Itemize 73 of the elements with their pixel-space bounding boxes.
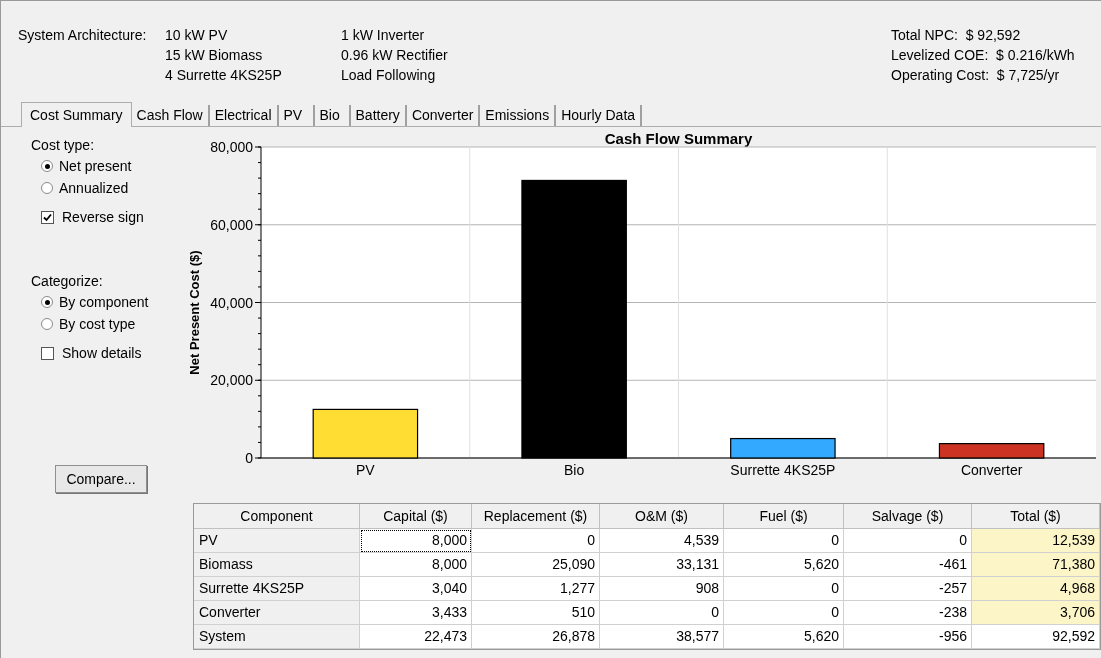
compare-button[interactable]: Compare... [55, 465, 147, 493]
y-axis-label: Net Present Cost ($) [187, 250, 202, 375]
table-cell: 26,878 [472, 625, 600, 649]
table-cell: 0 [724, 577, 844, 601]
table-cell: 0 [724, 601, 844, 625]
table-cell: 22,473 [360, 625, 472, 649]
y-tick-label: 80,000 [210, 139, 253, 155]
architecture-item: 15 kW Biomass [165, 46, 264, 65]
summary-total: Levelized COE: $ 0.216/kWh [891, 46, 1075, 65]
x-category-label: Bio [564, 462, 585, 478]
checkbox-label[interactable]: Show details [62, 342, 142, 364]
table-cell: 0 [724, 529, 844, 553]
table-cell: 0 [600, 601, 724, 625]
cost-type-label: Cost type: [31, 136, 96, 155]
table-cell: -238 [844, 601, 972, 625]
radio-label[interactable]: Net present [59, 155, 132, 177]
table-cell: Converter [194, 601, 360, 625]
table-cell: -956 [844, 625, 972, 649]
checkmark-icon [43, 212, 52, 222]
table-cell: -257 [844, 577, 972, 601]
radio-button[interactable] [41, 318, 53, 330]
table-cell: 5,620 [724, 553, 844, 577]
table-cell: 8,000 [360, 553, 472, 577]
table-cell: 4,968 [972, 577, 1100, 601]
table-cell: 3,706 [972, 601, 1100, 625]
x-category-label: PV [356, 462, 375, 478]
table-cell: PV [194, 529, 360, 553]
table-cell: Surrette 4KS25P [194, 577, 360, 601]
architecture-label: System Architecture: [18, 26, 148, 45]
table-cell: 33,131 [600, 553, 724, 577]
checkbox[interactable] [41, 210, 54, 224]
table-cell: 8,000 [360, 529, 472, 553]
architecture-item: Load Following [341, 66, 437, 85]
table-cell: 71,380 [972, 553, 1100, 577]
table-cell: 92,592 [972, 625, 1100, 649]
architecture-item: 0.96 kW Rectifier [341, 46, 449, 65]
summary-total: Operating Cost: $ 7,725/yr [891, 66, 1061, 85]
categorize-label: Categorize: [31, 272, 104, 291]
table-cell: 5,620 [724, 625, 844, 649]
x-category-label: Converter [960, 462, 1023, 478]
table-cell: Biomass [194, 553, 360, 577]
radio-button[interactable] [41, 182, 53, 194]
radio-label[interactable]: By cost type [59, 313, 136, 335]
table-cell: 908 [600, 577, 724, 601]
x-category-label: Surrette 4KS25P [730, 462, 836, 478]
radio-label[interactable]: By component [59, 291, 149, 313]
table-cell: System [194, 625, 360, 649]
summary-total: Total NPC: $ 92,592 [891, 26, 1022, 45]
architecture-item: 10 kW PV [165, 26, 229, 45]
table-cell: -461 [844, 553, 972, 577]
chart-title: Cash Flow Summary [604, 130, 753, 147]
table-cell: 3,433 [360, 601, 472, 625]
table-cell: 38,577 [600, 625, 724, 649]
checkbox-label[interactable]: Reverse sign [62, 206, 144, 228]
table-cell: 1,277 [472, 577, 600, 601]
radio-button[interactable] [41, 160, 53, 172]
architecture-item: 4 Surrette 4KS25P [165, 66, 283, 85]
table-cell: 12,539 [972, 529, 1100, 553]
y-tick-label: 20,000 [210, 372, 253, 389]
table-cell: 0 [844, 529, 972, 553]
tab[interactable]: Cost Summary [21, 102, 132, 127]
y-tick-label: 0 [245, 450, 253, 466]
table-cell: 3,040 [360, 577, 472, 601]
table-cell: 0 [472, 529, 600, 553]
radio-button[interactable] [41, 296, 53, 308]
table-cell: 4,539 [600, 529, 724, 553]
radio-label[interactable]: Annualized [59, 177, 129, 199]
y-tick-label: 40,000 [210, 294, 253, 311]
table-cell: 25,090 [472, 553, 600, 577]
checkbox[interactable] [41, 346, 54, 360]
architecture-item: 1 kW Inverter [341, 26, 426, 45]
table-cell: 510 [472, 601, 600, 625]
y-tick-label: 60,000 [210, 216, 253, 233]
